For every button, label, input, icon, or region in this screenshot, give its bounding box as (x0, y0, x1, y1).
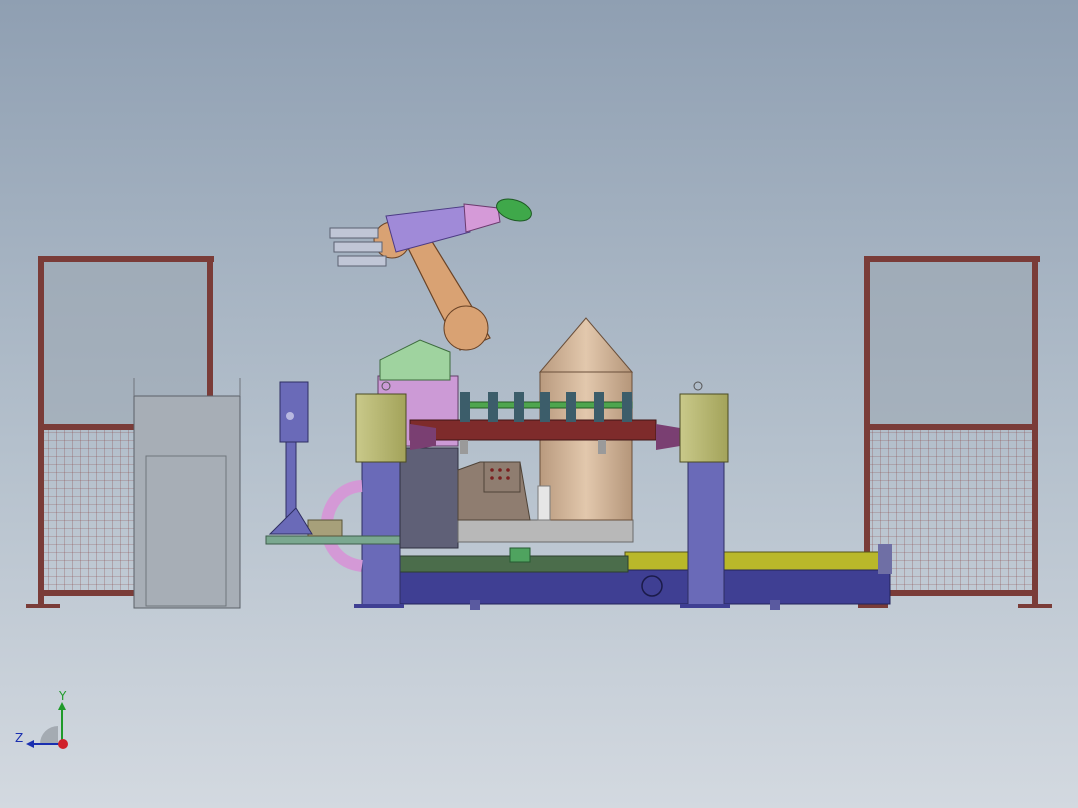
y-axis-arrow (58, 702, 66, 710)
clamp (566, 392, 576, 422)
right-fence-post-right (1032, 256, 1038, 606)
counterweight-cylinders (329, 227, 387, 267)
base-foot (770, 600, 780, 610)
cone-cylinder (539, 371, 633, 521)
right-fence-top-rail (864, 256, 1040, 262)
robot-shoulder (379, 339, 451, 381)
right-fence-mesh-panel (870, 430, 1034, 596)
graphics-viewport[interactable]: Y Z (0, 0, 1078, 808)
cad-assembly-scene[interactable] (0, 0, 1078, 808)
control-cabinet[interactable] (133, 378, 241, 609)
clamp (622, 392, 632, 422)
station-knob (286, 412, 294, 420)
cone-top (538, 317, 634, 373)
z-axis-label: Z (15, 731, 24, 745)
lifting-eye (693, 381, 703, 391)
side-platform (265, 535, 403, 545)
right-fence-glass-panel (870, 262, 1034, 427)
clamp (514, 392, 524, 422)
robot-wrist (463, 203, 501, 233)
right-fence-foot (1018, 604, 1052, 608)
left-chuck (410, 424, 436, 450)
machine-base[interactable] (361, 544, 892, 610)
right-fence-foot (858, 604, 888, 608)
coordinate-triad: Y Z (10, 688, 80, 758)
cone-workpiece[interactable] (537, 317, 634, 521)
torch-cleaning-station[interactable] (268, 381, 313, 535)
z-axis-arrow (26, 740, 34, 748)
triad-graphic (26, 702, 68, 749)
clamp (594, 392, 604, 422)
left-motor-housing (355, 393, 407, 463)
station-head (279, 381, 309, 443)
clamp (460, 392, 470, 422)
carriage-block (509, 547, 531, 563)
clamp (488, 392, 498, 422)
cabinet-body (133, 395, 241, 609)
y-axis-label: Y (59, 689, 67, 703)
fixture-bar (409, 419, 657, 441)
left-fence-post-left (38, 256, 44, 606)
clamp (540, 392, 550, 422)
left-fence-foot (26, 604, 60, 608)
right-column-foot (680, 604, 730, 608)
clamp-pin (598, 440, 606, 454)
left-fence-top-rail (38, 256, 214, 262)
right-motor-housing (679, 393, 729, 463)
triad-plane-shading (40, 726, 58, 744)
left-column (361, 461, 401, 607)
yellow-rail (624, 551, 891, 571)
robot-elbow-joint (443, 305, 489, 351)
x-axis-dot (58, 739, 68, 749)
clamp-pin (460, 440, 468, 454)
control-panel (483, 461, 521, 493)
pedestal-body (399, 447, 459, 549)
robot-arm[interactable] (329, 195, 534, 351)
rail-end-stop (878, 544, 892, 574)
base-foot (470, 600, 480, 610)
base-blue-frame (361, 569, 891, 605)
right-fence-mid-rail (870, 424, 1034, 430)
right-column (687, 461, 725, 607)
right-fence-bottom-rail (870, 590, 1034, 596)
right-chuck (656, 424, 680, 450)
cone-support-pin (537, 485, 551, 521)
pedestal-plate (457, 519, 634, 543)
platform-box (307, 519, 343, 537)
left-column-foot (354, 604, 404, 608)
